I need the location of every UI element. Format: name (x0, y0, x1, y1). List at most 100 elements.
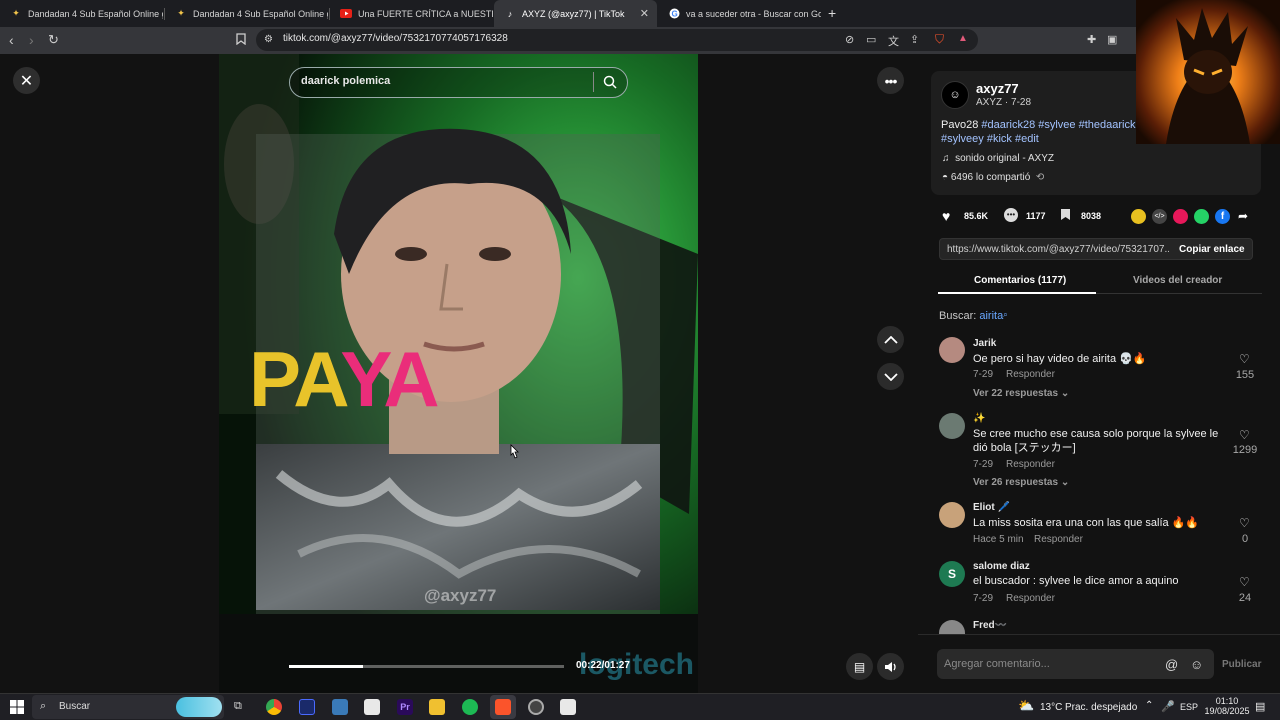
tab-title: Dandadan 4 Sub Español Online grati (193, 8, 328, 19)
video-time: 00:22/01:27 (576, 660, 630, 671)
comment-like-count: 155 (1235, 369, 1255, 381)
site-info-icon[interactable]: ⚙ (264, 34, 273, 45)
pip-icon[interactable]: ▤ (846, 653, 873, 680)
browser-tab[interactable]: ✦ Dandadan 4 Sub Español Online grati (165, 0, 328, 27)
more-options-icon[interactable]: ••• (877, 67, 904, 94)
next-video-icon[interactable] (877, 363, 904, 390)
new-tab-button[interactable]: + (828, 5, 836, 21)
hashtags[interactable]: #sylveey #kick #edit (941, 133, 1039, 145)
bookmark-icon[interactable] (236, 33, 246, 48)
heart-icon[interactable]: ♥ (942, 208, 950, 224)
sound-name: sonido original - AXYZ (955, 153, 1055, 164)
close-icon[interactable]: ✕ (13, 67, 40, 94)
tab-title: Una FUERTE CRÍTICA a NUESTRA SO (358, 8, 493, 19)
capcut-icon[interactable] (364, 699, 380, 715)
send-icon[interactable] (1173, 209, 1188, 224)
hashtags[interactable]: #daarick28 #sylvee #thedaarick (981, 119, 1135, 131)
tab-creator-videos[interactable]: Videos del creador (1133, 275, 1222, 286)
sound-row[interactable]: ♫ sonido original - AXYZ (942, 153, 1054, 164)
reply-button[interactable]: Responder (1006, 459, 1055, 470)
tracking-off-icon[interactable]: ⊘ (845, 33, 854, 46)
whatsapp-icon[interactable] (1194, 209, 1209, 224)
obs-icon[interactable] (528, 699, 544, 715)
view-replies-button[interactable]: Ver 26 respuestas ⌄ (973, 477, 1069, 488)
comment-text: Oe pero si hay video de airita 💀🔥 (973, 353, 1147, 365)
microphone-icon[interactable]: 🎤 (1161, 700, 1175, 713)
translate-icon[interactable]: 文 (888, 33, 899, 49)
browser-tab[interactable]: G va a suceder otra - Buscar con Googl (658, 0, 821, 27)
comment-date: 7-29 (973, 593, 994, 604)
browser-tab[interactable]: Una FUERTE CRÍTICA a NUESTRA SO (330, 0, 493, 27)
volume-icon[interactable] (877, 653, 904, 680)
comment-heart-icon[interactable]: ♡ (1239, 352, 1250, 366)
avatar[interactable] (939, 502, 965, 528)
comment-author[interactable]: ✨ (973, 413, 985, 424)
copy-link-button[interactable]: Copiar enlace (1179, 244, 1245, 255)
avatar[interactable]: S (939, 561, 965, 587)
facebook-icon[interactable]: f (1215, 209, 1230, 224)
mention-icon[interactable]: @ (1165, 657, 1178, 672)
app-icon[interactable] (299, 699, 315, 715)
emoji-icon[interactable]: ☺ (1190, 657, 1203, 672)
video-link[interactable]: https://www.tiktok.com/@axyz77/video/753… (947, 244, 1169, 255)
extensions-icon[interactable]: ✚ (1087, 33, 1096, 46)
comment-author[interactable]: Jarik (973, 338, 996, 349)
shared-row: ◓ 6496 lo compartió ⟲ (942, 172, 1044, 183)
comment-author[interactable]: Fred〰️ (973, 620, 1007, 631)
avatar[interactable] (939, 337, 965, 363)
search-suggestion-label: Buscar: (939, 310, 980, 322)
cast-icon[interactable]: ▭ (866, 33, 876, 46)
premiere-icon[interactable]: Pr (397, 699, 413, 715)
windows-start-icon[interactable] (10, 700, 24, 719)
repost-share-icon[interactable] (1131, 209, 1146, 224)
spotify-icon[interactable] (462, 699, 478, 715)
chrome-icon[interactable] (266, 699, 282, 715)
brave-icon[interactable] (495, 699, 511, 715)
comment-icon[interactable]: ••• (1004, 208, 1018, 222)
svg-text:G: G (671, 10, 677, 19)
reply-button[interactable]: Responder (1006, 369, 1055, 380)
app-icon[interactable] (332, 699, 348, 715)
chevron-up-icon[interactable]: ⌃ (1145, 700, 1153, 711)
browser-tab-active[interactable]: ♪ AXYZ (@axyz77) | TikTok ✕ (494, 0, 657, 27)
comment-heart-icon[interactable]: ♡ (1239, 428, 1250, 442)
weather-text: Prac. despejado (1065, 702, 1138, 713)
progress-track[interactable] (289, 665, 564, 668)
comment-author[interactable]: Eliot 🖊️ (973, 502, 1010, 513)
reply-button[interactable]: Responder (1006, 593, 1055, 604)
rewards-icon[interactable]: ▲ (958, 33, 968, 44)
video-player[interactable]: logitech PAYA @axyz77 00:22/01:27 (219, 54, 698, 693)
brave-shield-icon[interactable]: ⛉ (935, 32, 944, 47)
task-view-icon[interactable]: ⧉ (234, 700, 242, 713)
tab-comments[interactable]: Comentarios (1177) (974, 275, 1066, 286)
back-icon[interactable]: ‹ (9, 32, 14, 48)
bookmark-icon[interactable] (1060, 208, 1071, 226)
comment-heart-icon[interactable]: ♡ (1239, 516, 1250, 530)
language-indicator[interactable]: ESP (1180, 702, 1198, 712)
reply-button[interactable]: Responder (1034, 534, 1083, 545)
creator-avatar[interactable]: ☺ (941, 81, 969, 109)
notifications-icon[interactable]: ▤ (1255, 700, 1265, 713)
embed-icon[interactable]: </> (1152, 209, 1167, 224)
post-button[interactable]: Publicar (1222, 659, 1261, 670)
share-arrow-icon[interactable]: ➦ (1238, 209, 1248, 223)
forward-icon[interactable]: › (29, 32, 34, 48)
close-tab-icon[interactable]: ✕ (640, 7, 649, 20)
reload-icon[interactable]: ↻ (48, 32, 59, 48)
share-icon[interactable]: ⇪ (910, 33, 919, 46)
search-suggestion-term[interactable]: airita (979, 310, 1003, 322)
file-explorer-icon[interactable] (429, 699, 445, 715)
capcut-icon[interactable] (560, 699, 576, 715)
clock[interactable]: 01:10 19/08/2025 (1203, 696, 1251, 716)
sidebar-icon[interactable]: ▣ (1107, 33, 1117, 46)
browser-tab[interactable]: ✦ Dandadan 4 Sub Español Online grati (0, 0, 163, 27)
view-replies-button[interactable]: Ver 22 respuestas ⌄ (973, 388, 1069, 399)
clock-time: 01:10 (1215, 696, 1239, 706)
search-suggestion[interactable]: Buscar: airita⌕ (939, 310, 1008, 322)
creator-username[interactable]: axyz77 (976, 81, 1019, 96)
avatar[interactable] (939, 413, 965, 439)
search-icon[interactable] (603, 75, 617, 94)
comment-author[interactable]: salome diaz (973, 561, 1030, 572)
previous-video-icon[interactable] (877, 326, 904, 353)
comment-heart-icon[interactable]: ♡ (1239, 575, 1250, 589)
